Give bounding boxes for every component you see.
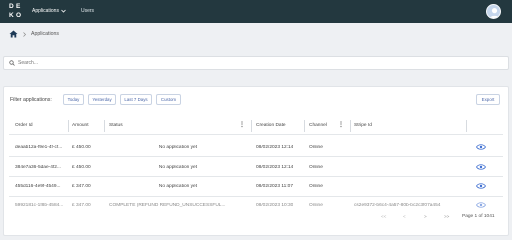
deko-logo[interactable]: D E K O [9,3,21,20]
order-id-cell: 384e7a36-5dae-4f2... [15,165,61,170]
amount-cell: £ 450.00 [72,165,91,170]
logo-letter: D [9,3,16,10]
applications-panel [3,86,509,236]
column-divider [68,120,69,132]
row-divider [9,176,503,177]
filter-today-button[interactable]: Today [63,94,84,105]
column-divider [104,120,105,132]
row-divider [9,156,503,157]
view-eye-icon[interactable] [476,183,486,189]
amount-cell: £ 450.00 [72,145,91,150]
page-info: Page 1 of 1041 [462,214,495,219]
export-button[interactable]: Export [476,94,500,105]
filter-yesterday-button[interactable]: Yesterday [88,94,116,105]
logo-letter: K [9,12,16,19]
amount-cell: £ 347.00 [72,184,91,189]
channel-cell: Online [309,184,323,189]
view-eye-icon[interactable] [476,144,486,150]
nav-applications-menu[interactable]: Applications [32,8,66,14]
column-header-stripe-id[interactable]: Stripe Id [354,123,372,128]
chevron-down-icon [61,9,66,13]
top-navigation-bar: D E K O Applications Users [0,0,512,23]
row-divider [9,196,503,197]
order-id-cell: 455d116-4e9f-4549... [15,184,61,189]
breadcrumb-current: Applications [31,31,59,37]
filter-last-7-days-button[interactable]: Last 7 Days [120,94,152,105]
nav-applications-label: Applications [32,8,59,14]
search-icon [9,60,15,66]
status-cell: No application yet [158,145,198,150]
column-header-order-id[interactable]: Order Id [15,123,33,128]
channel-column-menu-icon[interactable]: ⋮ [338,122,344,128]
filter-custom-button[interactable]: Custom [156,94,181,105]
last-page-button[interactable]: >> [444,214,449,219]
chevron-right-icon [23,31,26,37]
creation-date-cell: 08/02/2023 12:14 [256,165,294,170]
order-id-cell: deaab12a-f9e1-4f-cf... [15,145,63,150]
search-bar [3,56,509,70]
nav-users-link[interactable]: Users [81,8,94,14]
column-divider [251,120,252,132]
filter-label: Filter applications: [10,97,52,103]
status-cell: No application yet [158,184,198,189]
user-avatar[interactable] [486,4,501,19]
column-divider [350,120,351,132]
column-header-channel[interactable]: Channel [309,123,327,128]
channel-cell: Online [309,203,323,208]
column-divider [466,120,467,132]
amount-cell: £ 347.00 [72,203,91,208]
column-header-status[interactable]: Status [109,123,123,128]
next-page-button[interactable]: > [424,214,427,219]
previous-page-button[interactable]: < [403,214,406,219]
channel-cell: Online [309,145,323,150]
person-icon [489,8,500,18]
creation-date-cell: 08/02/2023 10:30 [256,203,294,208]
creation-date-cell: 08/02/2023 12:14 [256,145,294,150]
column-header-amount[interactable]: Amount [72,123,89,128]
breadcrumb: Applications [9,30,59,38]
search-input[interactable] [18,60,478,66]
header-divider [9,134,503,135]
status-cell: COMPLETE (REFUND REFUND_UNSUCCESSFUL... [109,203,226,208]
first-page-button[interactable]: << [381,214,386,219]
status-cell: No application yet [158,165,198,170]
status-column-menu-icon[interactable]: ⋮ [239,122,245,128]
creation-date-cell: 08/02/2023 11:07 [256,184,293,189]
stripe-id-cell: cs2e9372-b6c4-4a57-80b-bc2c3f07a454 [354,203,441,208]
order-id-cell: 5992181c-1f8b-4584... [15,203,64,208]
column-header-creation-date[interactable]: Creation Date [256,123,286,128]
column-divider [304,120,305,132]
logo-letter: E [16,3,22,10]
logo-letter: O [16,12,23,19]
view-eye-icon[interactable] [476,202,486,208]
channel-cell: Online [309,165,323,170]
view-eye-icon[interactable] [476,164,486,170]
home-icon[interactable] [9,30,18,38]
